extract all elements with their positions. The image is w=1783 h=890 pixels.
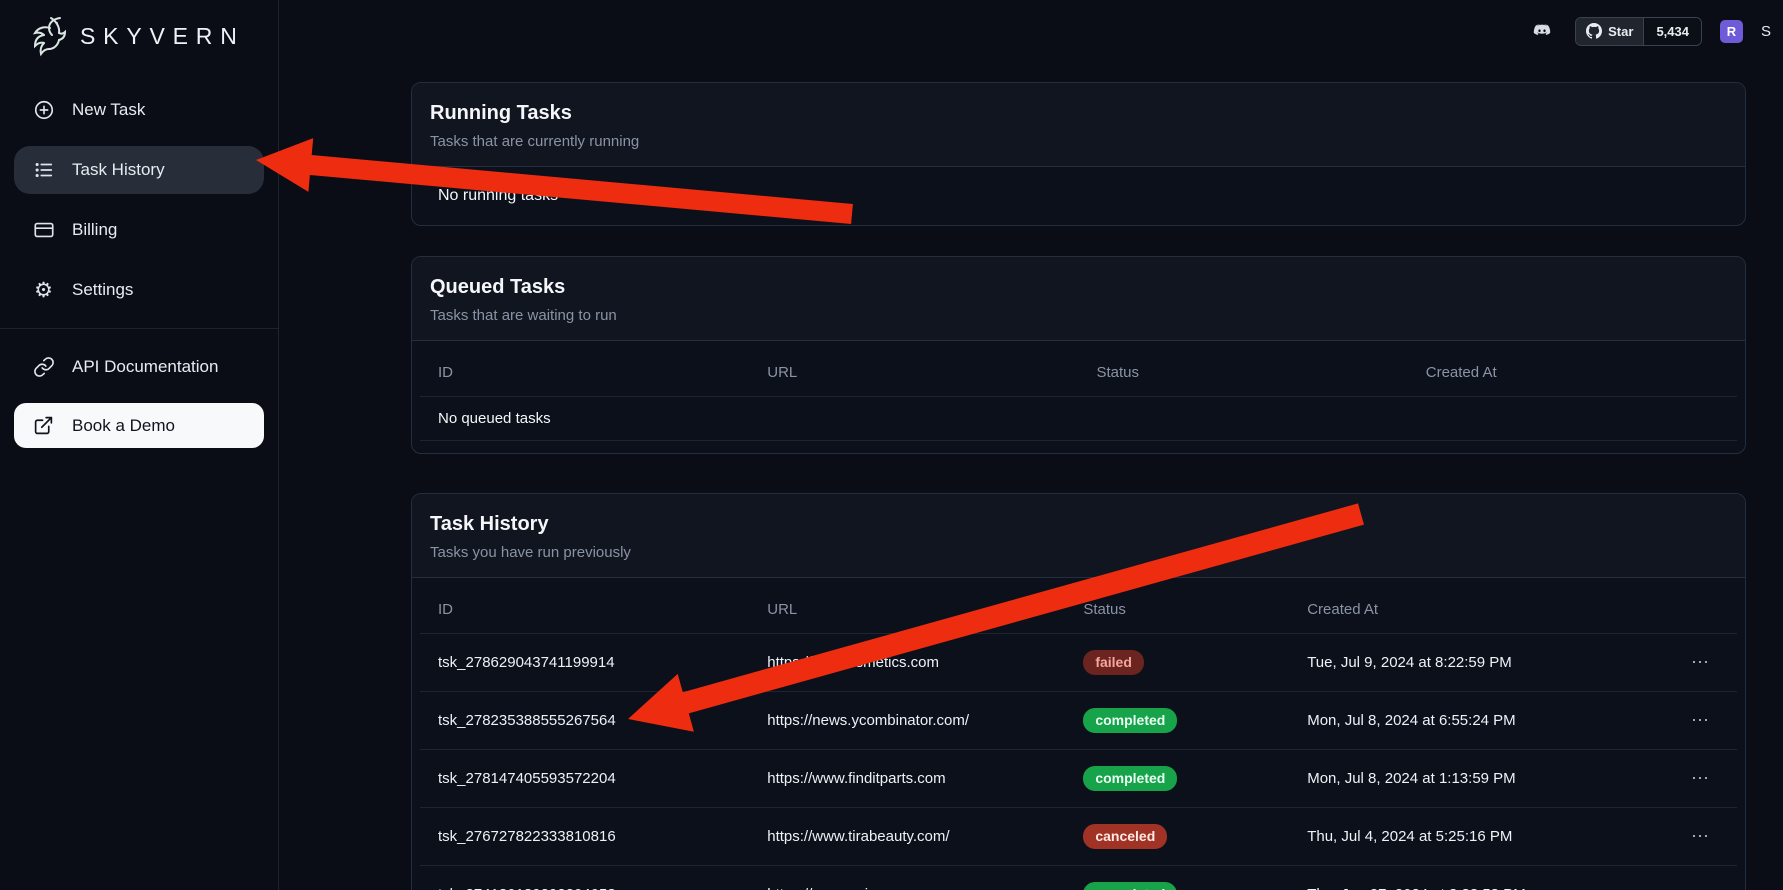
- avatar[interactable]: R: [1720, 20, 1743, 43]
- brand-name: SKYVERN: [80, 23, 245, 50]
- status-badge: completed: [1083, 708, 1177, 733]
- github-star-button[interactable]: Star: [1576, 18, 1643, 45]
- table-row[interactable]: tsk_278235388555267564 https://news.ycom…: [420, 692, 1737, 750]
- card-title: Queued Tasks: [430, 276, 1727, 299]
- task-url: https://www.tirabeauty.com/: [749, 808, 1065, 866]
- task-url: https://www.finditparts.com: [749, 750, 1065, 808]
- card-title: Task History: [430, 513, 1727, 536]
- column-header-url: URL: [749, 347, 1078, 397]
- sidebar-item-label: New Task: [72, 100, 145, 120]
- column-header-status: Status: [1065, 584, 1289, 634]
- sidebar-item-task-history[interactable]: Task History: [14, 146, 264, 194]
- task-created-at: Mon, Jul 8, 2024 at 6:55:24 PM: [1289, 692, 1618, 750]
- task-history-card: Task History Tasks you have run previous…: [411, 493, 1746, 890]
- running-tasks-empty-state: No running tasks: [412, 167, 1745, 225]
- sidebar-nav: New Task Task History Billing: [0, 62, 278, 448]
- github-star-count[interactable]: 5,434: [1643, 18, 1701, 45]
- row-actions-ellipsis-icon[interactable]: ⋯: [1691, 826, 1711, 846]
- topbar: Star 5,434 R S: [279, 0, 1783, 62]
- column-header-status: Status: [1079, 347, 1408, 397]
- sidebar-item-label: Settings: [72, 280, 133, 300]
- table-row[interactable]: tsk_276727822333810816 https://www.tirab…: [420, 808, 1737, 866]
- skyvern-dragon-icon: [24, 13, 70, 59]
- task-id: tsk_278629043741199914: [420, 634, 749, 692]
- table-row[interactable]: tsk_278629043741199914 https://…tecosmet…: [420, 634, 1737, 692]
- status-badge: canceled: [1083, 824, 1167, 849]
- task-url: https://news.ycombinator.com/: [749, 692, 1065, 750]
- column-header-id: ID: [420, 584, 749, 634]
- row-actions-ellipsis-icon[interactable]: ⋯: [1691, 884, 1711, 890]
- github-star-widget[interactable]: Star 5,434: [1575, 17, 1702, 46]
- task-url: https://www.geico.com: [749, 866, 1065, 890]
- task-id: tsk_274180139292204058: [420, 866, 749, 890]
- credit-card-icon: [32, 219, 55, 242]
- sidebar-item-label: API Documentation: [72, 357, 218, 377]
- column-header-created-at: Created At: [1408, 347, 1737, 397]
- table-row[interactable]: tsk_274180139292204058 https://www.geico…: [420, 866, 1737, 890]
- row-actions-ellipsis-icon[interactable]: ⋯: [1691, 652, 1711, 672]
- running-tasks-header: Running Tasks Tasks that are currently r…: [412, 83, 1745, 167]
- plus-circle-icon: [32, 99, 55, 122]
- main-area: Star 5,434 R S Running Tasks Tasks that …: [279, 0, 1783, 890]
- content-column: Running Tasks Tasks that are currently r…: [411, 82, 1746, 890]
- brand-logo: SKYVERN: [0, 0, 278, 62]
- column-header-created-at: Created At: [1289, 584, 1618, 634]
- status-badge: completed: [1083, 766, 1177, 791]
- task-id: tsk_276727822333810816: [420, 808, 749, 866]
- queued-tasks-empty-state: No queued tasks: [420, 397, 1737, 441]
- user-name-clipped: S: [1761, 23, 1771, 40]
- task-history-header: Task History Tasks you have run previous…: [412, 494, 1745, 578]
- sidebar-item-billing[interactable]: Billing: [14, 206, 264, 254]
- queued-tasks-table: ID URL Status Created At No queued tasks: [412, 341, 1745, 453]
- sidebar-divider: [0, 328, 278, 329]
- external-link-icon: [32, 414, 55, 437]
- column-header-actions: [1618, 584, 1737, 634]
- column-header-id: ID: [420, 347, 749, 397]
- row-actions-ellipsis-icon[interactable]: ⋯: [1691, 768, 1711, 788]
- github-star-label: Star: [1608, 24, 1633, 39]
- sidebar-item-label: Task History: [72, 160, 165, 180]
- discord-icon[interactable]: [1529, 20, 1557, 42]
- list-icon: [32, 159, 55, 182]
- queued-tasks-card: Queued Tasks Tasks that are waiting to r…: [411, 256, 1746, 454]
- card-subtitle: Tasks you have run previously: [430, 544, 1727, 561]
- card-title: Running Tasks: [430, 102, 1727, 125]
- status-badge: failed: [1083, 650, 1144, 675]
- task-url: https://…tecosmetics.com: [749, 634, 1065, 692]
- sidebar-item-settings[interactable]: ⚙ Settings: [14, 266, 264, 314]
- status-badge: completed: [1083, 882, 1177, 890]
- row-actions-ellipsis-icon[interactable]: ⋯: [1691, 710, 1711, 730]
- task-history-table: ID URL Status Created At tsk_27862904374…: [412, 578, 1745, 890]
- sidebar-item-book-a-demo[interactable]: Book a Demo: [14, 403, 264, 448]
- sidebar-item-label: Billing: [72, 220, 117, 240]
- task-created-at: Thu, Jun 27, 2024 at 8:38:58 PM: [1289, 866, 1618, 890]
- card-subtitle: Tasks that are currently running: [430, 133, 1727, 150]
- queued-tasks-header: Queued Tasks Tasks that are waiting to r…: [412, 257, 1745, 341]
- sidebar-item-label: Book a Demo: [72, 416, 175, 436]
- task-id: tsk_278147405593572204: [420, 750, 749, 808]
- task-created-at: Mon, Jul 8, 2024 at 1:13:59 PM: [1289, 750, 1618, 808]
- sidebar-item-api-documentation[interactable]: API Documentation: [14, 343, 264, 391]
- github-icon: [1586, 23, 1602, 39]
- link-icon: [32, 356, 55, 379]
- running-tasks-card: Running Tasks Tasks that are currently r…: [411, 82, 1746, 226]
- table-row[interactable]: tsk_278147405593572204 https://www.findi…: [420, 750, 1737, 808]
- task-id: tsk_278235388555267564: [420, 692, 749, 750]
- column-header-url: URL: [749, 584, 1065, 634]
- task-created-at: Tue, Jul 9, 2024 at 8:22:59 PM: [1289, 634, 1618, 692]
- task-created-at: Thu, Jul 4, 2024 at 5:25:16 PM: [1289, 808, 1618, 866]
- sidebar-item-new-task[interactable]: New Task: [14, 86, 264, 134]
- gear-icon: ⚙: [32, 279, 55, 302]
- sidebar: SKYVERN New Task Task History: [0, 0, 279, 890]
- card-subtitle: Tasks that are waiting to run: [430, 307, 1727, 324]
